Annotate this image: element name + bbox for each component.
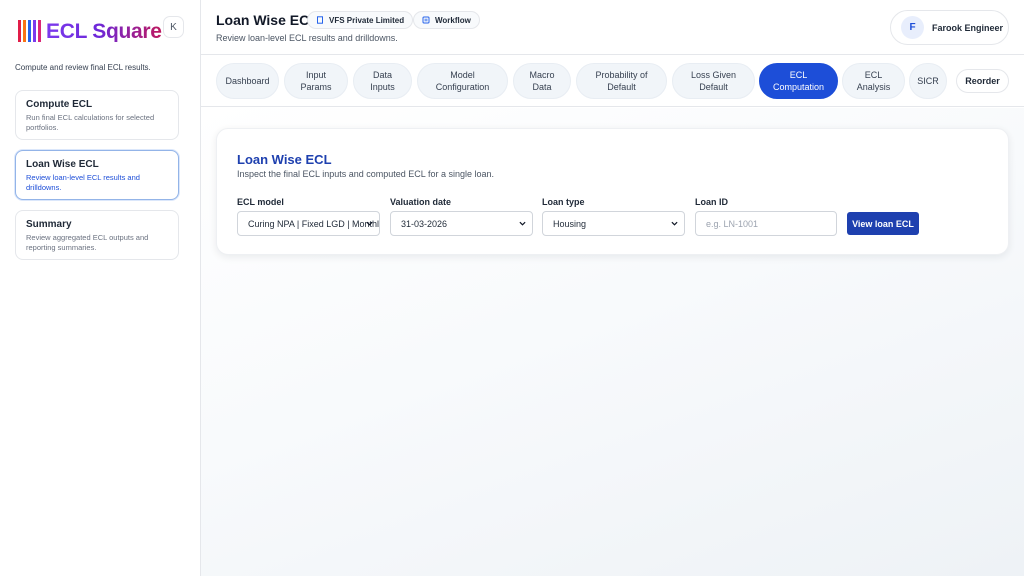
sidebar-description: Compute and review final ECL results. <box>15 63 151 72</box>
sidebar-item-title: Summary <box>26 219 72 230</box>
workflow-chip[interactable]: Workflow <box>413 11 480 29</box>
app-logo[interactable]: ECL Square <box>18 20 162 42</box>
loan-wise-ecl-card: Loan Wise ECL Inspect the final ECL inpu… <box>216 128 1009 255</box>
tab-dashboard[interactable]: Dashboard <box>216 63 279 99</box>
ecl-model-value: Curing NPA | Fixed LGD | Monthly <box>248 218 380 229</box>
chevron-down-icon <box>671 221 678 226</box>
user-menu[interactable]: F Farook Engineer <box>890 10 1009 45</box>
tab-ecl-computation[interactable]: ECL Computation <box>759 63 838 99</box>
loan-id-input[interactable]: e.g. LN-1001 <box>695 211 837 236</box>
valuation-date-value: 31-03-2026 <box>401 218 448 229</box>
user-name: Farook Engineer <box>932 22 1004 33</box>
loan-type-label: Loan type <box>542 197 585 207</box>
sidebar-item-loan-wise-ecl[interactable]: Loan Wise ECL Review loan-level ECL resu… <box>15 150 179 200</box>
building-icon <box>317 16 323 24</box>
view-loan-ecl-button[interactable]: View loan ECL <box>847 212 919 235</box>
loan-type-value: Housing <box>553 218 587 229</box>
chevron-down-icon <box>366 221 373 226</box>
tab-probability-of-default[interactable]: Probability of Default <box>576 63 667 99</box>
ecl-model-select[interactable]: Curing NPA | Fixed LGD | Monthly <box>237 211 380 236</box>
tab-model-configuration[interactable]: Model Configuration <box>417 63 508 99</box>
sidebar: ECL Square K Compute and review final EC… <box>0 0 201 576</box>
reorder-tabs-button[interactable]: Reorder <box>956 69 1009 93</box>
sidebar-item-desc: Review aggregated ECL outputs and report… <box>26 233 149 252</box>
tab-macro-data[interactable]: Macro Data <box>513 63 571 99</box>
company-name: VFS Private Limited <box>329 15 405 25</box>
card-subtitle: Inspect the final ECL inputs and compute… <box>237 169 494 179</box>
page-subtitle: Review loan-level ECL results and drilld… <box>216 33 398 43</box>
main-content: Loan Wise ECL Inspect the final ECL inpu… <box>201 108 1024 576</box>
collapse-sidebar-button[interactable]: K <box>163 16 184 38</box>
sidebar-item-title: Compute ECL <box>26 99 93 110</box>
loan-type-select[interactable]: Housing <box>542 211 685 236</box>
avatar: F <box>901 16 924 39</box>
logo-text: ECL Square <box>46 19 162 43</box>
tab-input-params[interactable]: Input Params <box>284 63 348 99</box>
chevron-down-icon <box>519 221 526 226</box>
tab-data-inputs[interactable]: Data Inputs <box>353 63 412 99</box>
page-header: Loan Wise ECL VFS Private Limited Workfl… <box>201 0 1024 55</box>
loan-id-label: Loan ID <box>695 197 728 207</box>
tab-sicr[interactable]: SICR <box>909 63 947 99</box>
sidebar-item-summary[interactable]: Summary Review aggregated ECL outputs an… <box>15 210 179 260</box>
sidebar-item-desc: Run final ECL calculations for selected … <box>26 113 155 132</box>
sidebar-item-title: Loan Wise ECL <box>26 159 99 170</box>
tab-ecl-analysis[interactable]: ECL Analysis <box>842 63 905 99</box>
valuation-date-select[interactable]: 31-03-2026 <box>390 211 533 236</box>
workflow-label: Workflow <box>435 15 471 25</box>
sidebar-item-desc: Review loan-level ECL results and drilld… <box>26 173 140 192</box>
valuation-date-label: Valuation date <box>390 197 452 207</box>
tab-loss-given-default[interactable]: Loss Given Default <box>672 63 755 99</box>
workflow-icon <box>422 16 430 24</box>
logo-bars-icon <box>18 20 41 42</box>
page-title: Loan Wise ECL <box>216 12 318 28</box>
ecl-model-label: ECL model <box>237 197 284 207</box>
sidebar-item-compute-ecl[interactable]: Compute ECL Run final ECL calculations f… <box>15 90 179 140</box>
card-title: Loan Wise ECL <box>237 152 332 167</box>
company-chip[interactable]: VFS Private Limited <box>307 11 414 29</box>
module-tabs: Dashboard Input Params Data Inputs Model… <box>201 55 1024 107</box>
